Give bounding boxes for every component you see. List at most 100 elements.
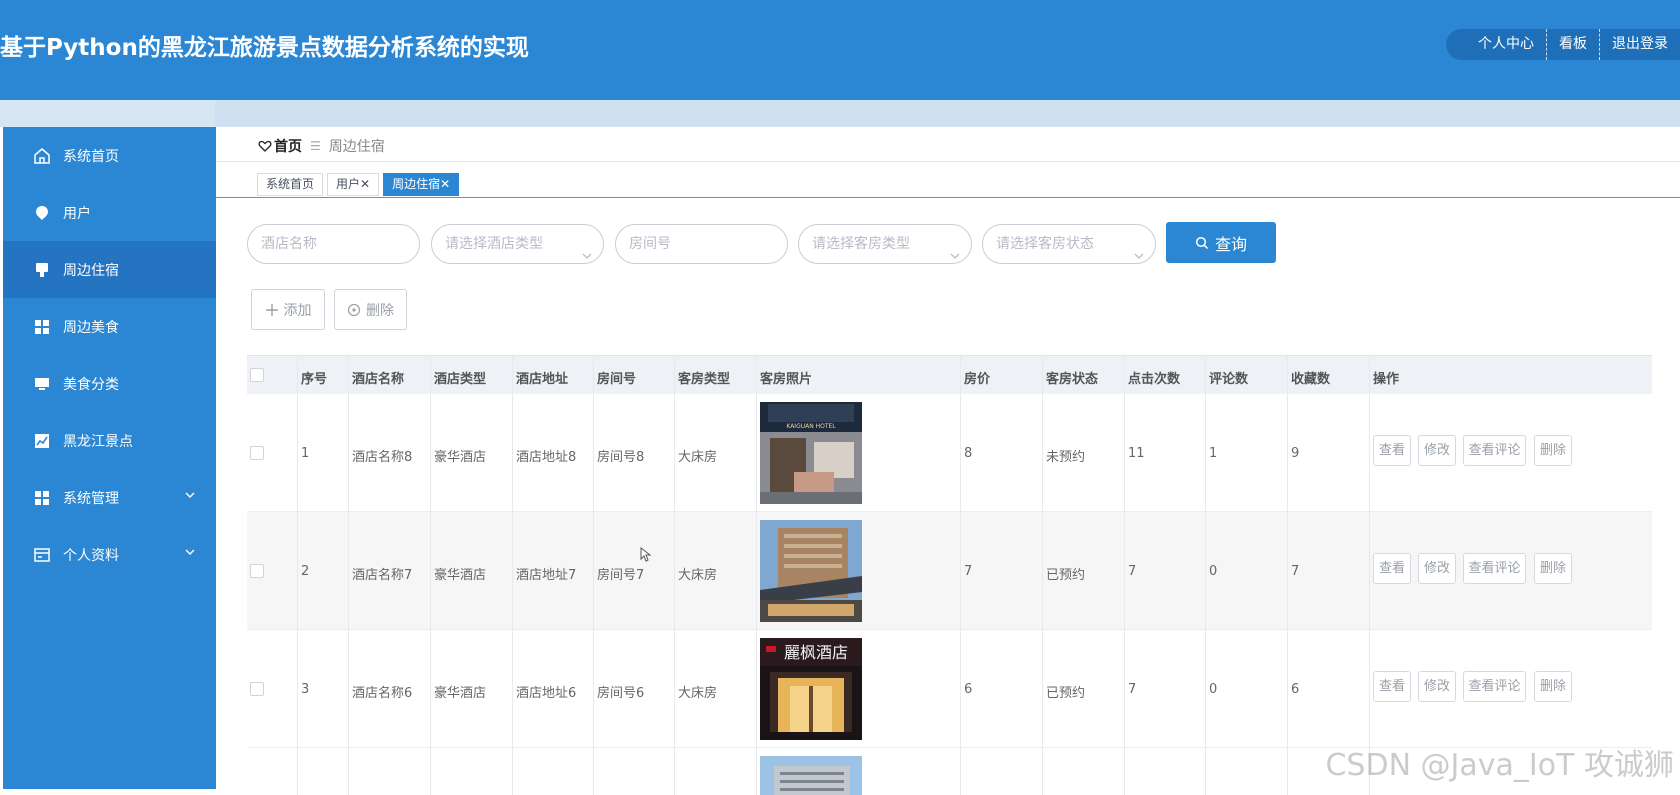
watermark: CSDN @Java_IoT 攻诚狮 bbox=[1325, 748, 1674, 783]
sidebar-item-label: 美食分类 bbox=[63, 376, 119, 393]
view-comments-button[interactable]: 查看评论 bbox=[1463, 435, 1526, 466]
edit-button[interactable]: 修改 bbox=[1418, 435, 1456, 466]
cell-clicks: 11 bbox=[1128, 446, 1145, 461]
delete-row-button[interactable]: 删除 bbox=[1534, 671, 1572, 702]
cell-price: 7 bbox=[964, 564, 973, 579]
cell-clicks: 7 bbox=[1128, 682, 1137, 697]
header-clicks: 点击次数 bbox=[1128, 372, 1181, 387]
column-divider bbox=[756, 355, 757, 795]
delete-label: 删除 bbox=[366, 302, 394, 319]
cell-hotel-type: 豪华酒店 bbox=[434, 686, 487, 701]
table-header: 序号 酒店名称 酒店类型 酒店地址 房间号 客房类型 客房照片 房价 客房状态 … bbox=[247, 355, 1652, 394]
select-all-checkbox[interactable] bbox=[250, 368, 264, 382]
top-header: 基于Python的黑龙江旅游景点数据分析系统的实现 个人中心 看板 退出登录 bbox=[0, 0, 1680, 100]
close-icon[interactable]: ✕ bbox=[440, 177, 450, 191]
column-divider bbox=[1205, 355, 1206, 795]
cell-favorites: 6 bbox=[1291, 682, 1300, 697]
cell-hotel-address: 酒店地址7 bbox=[516, 568, 577, 583]
view-comments-button[interactable]: 查看评论 bbox=[1463, 553, 1526, 584]
cell-index: 2 bbox=[301, 564, 310, 579]
sidebar-item-label: 系统管理 bbox=[63, 490, 119, 507]
header-room-type: 客房类型 bbox=[678, 372, 731, 387]
cell-room-type: 大床房 bbox=[678, 568, 718, 583]
sidebar-item-food-category[interactable]: 美食分类 bbox=[3, 355, 216, 412]
home-icon bbox=[33, 147, 51, 165]
column-divider bbox=[1042, 355, 1043, 795]
cell-comments: 0 bbox=[1209, 564, 1218, 579]
cell-hotel-address: 酒店地址6 bbox=[516, 686, 577, 701]
room-photo[interactable] bbox=[760, 520, 862, 622]
room-type-select[interactable]: 请选择客房类型 bbox=[798, 224, 972, 264]
cell-comments: 0 bbox=[1209, 682, 1218, 697]
cell-comments: 1 bbox=[1209, 446, 1218, 461]
close-icon[interactable]: ✕ bbox=[360, 177, 370, 191]
user-icon bbox=[33, 204, 51, 222]
hotel-icon bbox=[33, 261, 51, 279]
column-divider bbox=[1369, 355, 1370, 795]
header-favorites: 收藏数 bbox=[1291, 372, 1331, 387]
cell-price: 8 bbox=[964, 446, 973, 461]
sidebar-item-attractions[interactable]: 黑龙江景点 bbox=[3, 412, 216, 469]
sidebar-item-system-management[interactable]: 系统管理 bbox=[3, 469, 216, 526]
row-checkbox[interactable] bbox=[250, 682, 264, 696]
logout-link[interactable]: 退出登录 bbox=[1600, 29, 1680, 60]
sidebar-item-label: 系统首页 bbox=[63, 148, 119, 165]
room-type-placeholder: 请选择客房类型 bbox=[812, 236, 910, 252]
header-hotel-type: 酒店类型 bbox=[434, 372, 487, 387]
view-comments-button[interactable]: 查看评论 bbox=[1463, 671, 1526, 702]
sidebar-item-food[interactable]: 周边美食 bbox=[3, 298, 216, 355]
header-actions: 个人中心 看板 退出登录 bbox=[1446, 29, 1680, 60]
row-checkbox[interactable] bbox=[250, 446, 264, 460]
breadcrumb-home[interactable]: 首页 bbox=[258, 136, 302, 156]
delete-button[interactable]: 删除 bbox=[334, 289, 407, 330]
cell-favorites: 7 bbox=[1291, 564, 1300, 579]
room-status-select[interactable]: 请选择客房状态 bbox=[982, 224, 1156, 264]
tab-users[interactable]: 用户✕ bbox=[327, 173, 380, 196]
delete-row-button[interactable]: 删除 bbox=[1534, 435, 1572, 466]
edit-button[interactable]: 修改 bbox=[1418, 553, 1456, 584]
view-button[interactable]: 查看 bbox=[1373, 671, 1411, 702]
sidebar-item-hotel[interactable]: 周边住宿 bbox=[3, 241, 216, 298]
tab-label: 周边住宿 bbox=[392, 177, 441, 191]
room-number-input[interactable]: 房间号 bbox=[615, 224, 788, 264]
cell-index: 1 bbox=[301, 446, 310, 461]
row-checkbox[interactable] bbox=[250, 564, 264, 578]
sidebar-item-label: 周边住宿 bbox=[63, 262, 119, 279]
hotel-name-input[interactable]: 酒店名称 bbox=[247, 224, 420, 264]
view-button[interactable]: 查看 bbox=[1373, 435, 1411, 466]
cell-hotel-name: 酒店名称7 bbox=[352, 568, 413, 583]
header-actions: 操作 bbox=[1373, 372, 1400, 387]
sidebar-item-users[interactable]: 用户 bbox=[3, 184, 216, 241]
hotel-type-select[interactable]: 请选择酒店类型 bbox=[431, 224, 604, 264]
sidebar-item-profile[interactable]: 个人资料 bbox=[3, 526, 216, 583]
breadcrumb: 首页 ☰ 周边住宿 bbox=[258, 136, 385, 156]
tab-bar: 系统首页 用户✕ 周边住宿✕ bbox=[257, 173, 463, 196]
hotel-type-placeholder: 请选择酒店类型 bbox=[445, 236, 543, 252]
personal-center-link[interactable]: 个人中心 bbox=[1466, 29, 1546, 60]
monitor-icon bbox=[33, 375, 51, 393]
tab-home[interactable]: 系统首页 bbox=[257, 173, 324, 196]
hotel-sign-text: KAIGUAN HOTEL bbox=[786, 423, 836, 430]
cell-clicks: 7 bbox=[1128, 564, 1137, 579]
room-photo[interactable]: KAIGUAN HOTEL bbox=[760, 402, 862, 504]
column-divider bbox=[430, 355, 431, 795]
tab-hotel[interactable]: 周边住宿✕ bbox=[383, 173, 460, 196]
room-photo[interactable]: 麗枫酒店 bbox=[760, 638, 862, 740]
sidebar-item-home[interactable]: 系统首页 bbox=[3, 127, 216, 184]
cell-index: 3 bbox=[301, 682, 310, 697]
chevron-down-icon bbox=[184, 489, 196, 505]
column-divider bbox=[1287, 355, 1288, 795]
cell-room-type: 大床房 bbox=[678, 686, 718, 701]
header-hotel-address: 酒店地址 bbox=[516, 372, 569, 387]
dashboard-link[interactable]: 看板 bbox=[1547, 29, 1599, 60]
cell-room-number: 房间号6 bbox=[597, 686, 645, 701]
room-photo[interactable] bbox=[760, 756, 862, 795]
cell-hotel-name: 酒店名称6 bbox=[352, 686, 413, 701]
table-row: 1 酒店名称8 豪华酒店 酒店地址8 房间号8 大床房 KAIGUAN HOTE… bbox=[247, 394, 1652, 512]
hotel-name-placeholder: 酒店名称 bbox=[261, 236, 317, 252]
query-button[interactable]: 查询 bbox=[1166, 222, 1276, 263]
delete-row-button[interactable]: 删除 bbox=[1534, 553, 1572, 584]
view-button[interactable]: 查看 bbox=[1373, 553, 1411, 584]
edit-button[interactable]: 修改 bbox=[1418, 671, 1456, 702]
add-button[interactable]: 添加 bbox=[251, 289, 325, 330]
